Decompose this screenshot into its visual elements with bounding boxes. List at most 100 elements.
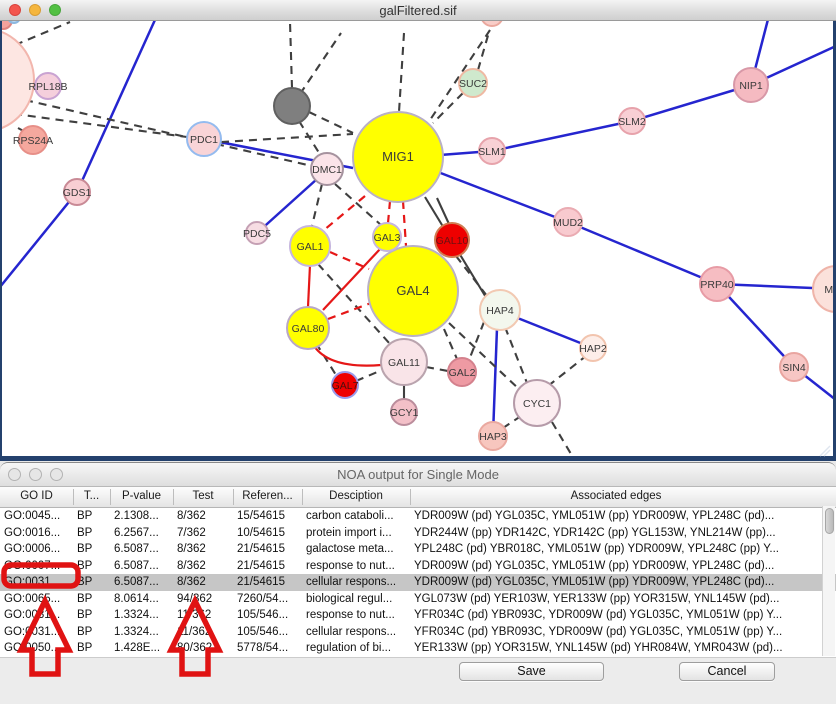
node-label-CYC1: CYC1	[523, 398, 551, 410]
edge	[25, 100, 312, 166]
edge	[388, 201, 390, 223]
vertical-scrollbar[interactable]	[822, 506, 835, 656]
cell: GO:0031...	[0, 574, 73, 591]
node-label-GDS1: GDS1	[63, 187, 92, 199]
column-separator[interactable]	[173, 489, 174, 505]
cell: BP	[73, 591, 110, 608]
cell: YGL073W (pd) YER103W, YER133W (pp) YOR31…	[410, 591, 822, 608]
column-header-5[interactable]: Desciption	[302, 490, 410, 502]
cell: BP	[73, 574, 110, 591]
cell: 80/362	[173, 640, 233, 657]
cell: 8/362	[173, 558, 233, 575]
edge	[77, 0, 164, 192]
column-separator[interactable]	[73, 489, 74, 505]
table-header[interactable]: GO IDT...P-valueTestReferen...Desciption…	[0, 487, 836, 508]
cell: 2.1308...	[110, 508, 173, 525]
node-label-PRP40: PRP40	[700, 279, 733, 291]
edge	[632, 85, 751, 121]
window-border-left	[0, 20, 2, 461]
edge	[314, 346, 381, 366]
node-label-GAL80: GAL80	[292, 323, 325, 335]
column-separator[interactable]	[302, 489, 303, 505]
cell: GO:0031...	[0, 607, 73, 624]
edge	[221, 134, 353, 142]
node-label-SLM2: SLM2	[618, 116, 646, 128]
table-row[interactable]: GO:0007...BP6.5087...8/36221/54615respon…	[0, 558, 836, 575]
cell: biological regul...	[302, 591, 410, 608]
cell: galactose meta...	[302, 541, 410, 558]
cell: GO:0065...	[0, 591, 73, 608]
cell: 7/362	[173, 525, 233, 542]
table-row[interactable]: GO:0031...BP1.3324...11/362105/546...cel…	[0, 624, 836, 641]
cell: 11/362	[173, 624, 233, 641]
table-row[interactable]: GO:0031...BP1.3324...11/362105/546...res…	[0, 607, 836, 624]
cell: GO:0045...	[0, 508, 73, 525]
column-header-2[interactable]: P-value	[110, 490, 173, 502]
table-row[interactable]: GO:0031...BP6.5087...8/36221/54615cellul…	[0, 574, 836, 591]
network-canvas[interactable]: RPL18BRPS24AGDS1PDC1PDC5DMC1MIG1SUC2SLM1…	[0, 0, 836, 461]
column-header-1[interactable]: T...	[73, 490, 110, 502]
cell: YDR009W (pd) YGL035C, YML051W (pp) YDR00…	[410, 574, 822, 591]
column-header-4[interactable]: Referen...	[233, 490, 302, 502]
node-label-HAP3: HAP3	[479, 431, 507, 443]
results-table: GO:0045...BP2.1308...8/36215/54615carbon…	[0, 508, 836, 658]
cell: 1.3324...	[110, 607, 173, 624]
edge	[478, 32, 489, 70]
cell: 21/54615	[233, 541, 302, 558]
node-gray-node[interactable]	[274, 88, 310, 124]
cell: 11/362	[173, 607, 233, 624]
edge	[0, 192, 77, 287]
table-row[interactable]: GO:0050...BP1.428E...80/3625778/54...reg…	[0, 640, 836, 657]
node-label-GAL2: GAL2	[449, 367, 476, 379]
cell: YDR244W (pp) YDR142C, YDR142C (pp) YGL15…	[410, 525, 822, 542]
column-header-3[interactable]: Test	[173, 490, 233, 502]
cell: 15/54615	[233, 508, 302, 525]
edge	[444, 329, 457, 359]
table-row[interactable]: GO:0016...BP6.2567...7/36210/54615protei…	[0, 525, 836, 542]
cell: 10/54615	[233, 525, 302, 542]
node-label-HAP4: HAP4	[486, 305, 514, 317]
table-row[interactable]: GO:0045...BP2.1308...8/36215/54615carbon…	[0, 508, 836, 525]
edge	[318, 196, 365, 235]
cell: 6.5087...	[110, 574, 173, 591]
edge	[426, 367, 448, 371]
cell: GO:0050...	[0, 640, 73, 657]
scrollbar-thumb[interactable]	[825, 508, 834, 534]
cell: BP	[73, 541, 110, 558]
cell: 6.2567...	[110, 525, 173, 542]
column-header-6[interactable]: Associated edges	[410, 490, 822, 502]
node-label-GAL4: GAL4	[396, 283, 429, 298]
edge	[568, 222, 717, 284]
divider	[0, 657, 836, 658]
column-separator[interactable]	[410, 489, 411, 505]
title-bar: galFiltered.sif	[0, 0, 836, 21]
node-label-RPL18B: RPL18B	[28, 81, 67, 93]
cell: protein import i...	[302, 525, 410, 542]
column-separator[interactable]	[233, 489, 234, 505]
noa-output-window: NOA output for Single Mode GO IDT...P-va…	[0, 462, 836, 704]
edge	[309, 112, 353, 133]
table-row[interactable]: GO:0006...BP6.5087...8/36221/54615galact…	[0, 541, 836, 558]
cell: 8/362	[173, 508, 233, 525]
edge	[505, 327, 527, 383]
resize-grip-icon[interactable]	[818, 444, 832, 458]
node-label-GAL7: GAL7	[332, 380, 359, 392]
cell: 1.428E...	[110, 640, 173, 657]
cell: 21/54615	[233, 558, 302, 575]
cell: 21/54615	[233, 574, 302, 591]
window-border-bottom	[0, 456, 836, 461]
edge	[15, 22, 70, 45]
save-button[interactable]: Save	[459, 662, 604, 681]
column-header-0[interactable]: GO ID	[0, 490, 73, 502]
cell: BP	[73, 607, 110, 624]
cell: 105/546...	[233, 607, 302, 624]
table-row[interactable]: GO:0065...BP8.0614...94/3627260/54...bio…	[0, 591, 836, 608]
edge	[548, 356, 586, 386]
cell: 5778/54...	[233, 640, 302, 657]
cell: YDR009W (pd) YGL035C, YML051W (pp) YDR00…	[410, 508, 822, 525]
column-separator[interactable]	[110, 489, 111, 505]
node-label-GAL1: GAL1	[297, 241, 324, 253]
edge	[299, 121, 321, 156]
cell: 8/362	[173, 574, 233, 591]
cancel-button[interactable]: Cancel	[679, 662, 775, 681]
